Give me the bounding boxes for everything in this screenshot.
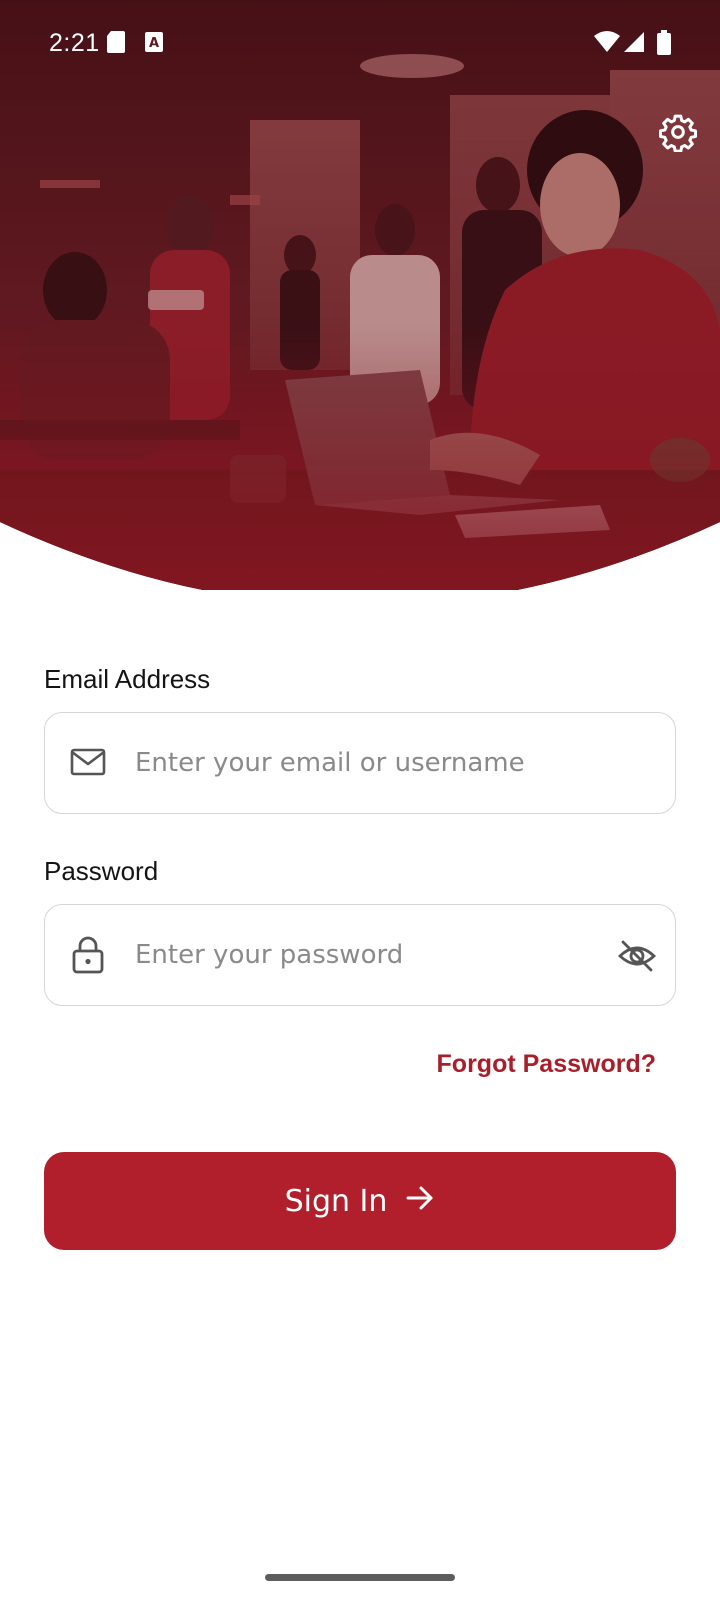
sd-card-icon <box>106 30 126 61</box>
password-label: Password <box>44 856 159 886</box>
sign-in-label: Sign In <box>284 1183 388 1219</box>
svg-text:A: A <box>149 36 159 51</box>
mail-icon <box>69 746 107 783</box>
arrow-right-icon <box>405 1184 435 1219</box>
status-bar: 2:21 A <box>0 0 720 90</box>
wifi-icon <box>594 30 620 61</box>
email-label: Email Address <box>44 664 211 694</box>
lock-icon <box>71 935 105 980</box>
email-field[interactable] <box>44 712 676 814</box>
settings-button[interactable] <box>652 108 704 160</box>
forgot-password-link[interactable]: Forgot Password? <box>437 1050 656 1079</box>
battery-icon <box>656 30 672 63</box>
signal-icon <box>622 30 646 61</box>
gear-icon <box>658 112 698 157</box>
home-indicator[interactable] <box>265 1574 455 1581</box>
password-field[interactable] <box>44 904 676 1006</box>
login-screen: 2:21 A Email Address Enter your email or… <box>0 0 720 1600</box>
text-a-icon: A <box>144 30 166 61</box>
password-input[interactable] <box>135 905 605 1005</box>
sign-in-button[interactable]: Sign In <box>44 1152 676 1250</box>
status-time: 2:21 <box>49 29 100 57</box>
email-input[interactable] <box>135 713 605 813</box>
eye-off-icon[interactable] <box>615 934 659 978</box>
